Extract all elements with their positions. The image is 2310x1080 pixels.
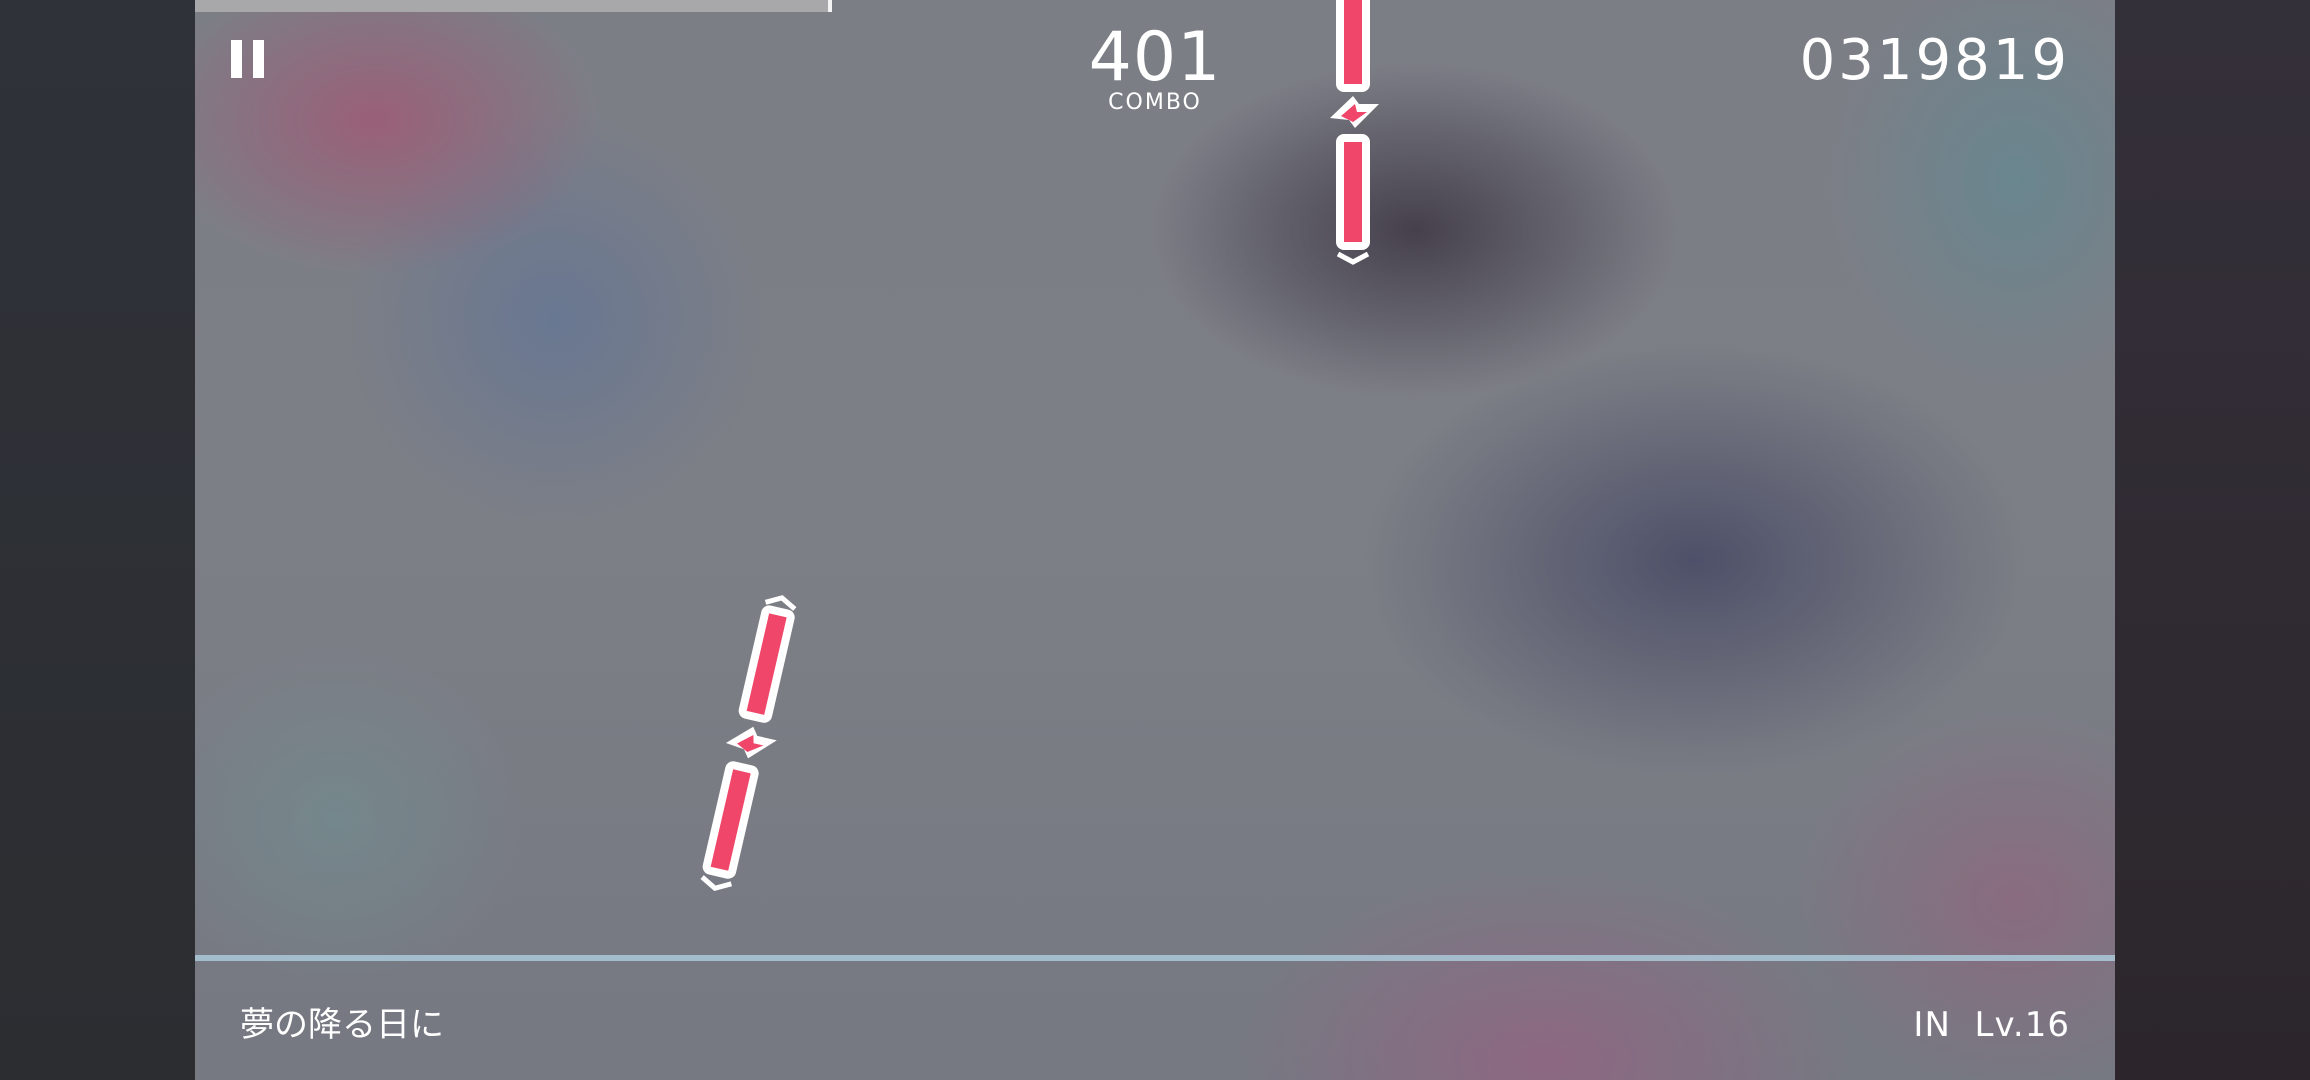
hold-note-left bbox=[700, 595, 797, 891]
pause-icon bbox=[231, 40, 242, 78]
pause-icon-bar bbox=[253, 40, 264, 78]
score-display: 0319819 bbox=[1799, 28, 2070, 93]
note-layer bbox=[700, 0, 1379, 891]
game-screen[interactable]: 401 COMBO 0319819 夢の降る日に IN Lv.16 bbox=[0, 0, 2310, 1080]
pause-button[interactable] bbox=[231, 40, 271, 80]
right-letterbox bbox=[2115, 0, 2310, 1080]
playfield[interactable]: 401 COMBO 0319819 夢の降る日に IN Lv.16 bbox=[195, 0, 2115, 1080]
difficulty-level: IN Lv.16 bbox=[1913, 1005, 2070, 1045]
song-title: 夢の降る日に bbox=[240, 1005, 444, 1045]
judge-line bbox=[195, 955, 2115, 961]
left-letterbox bbox=[0, 0, 195, 1080]
lightning-icon bbox=[725, 726, 777, 759]
combo-label: COMBO bbox=[1108, 90, 1202, 115]
combo-counter: 401 bbox=[1088, 18, 1222, 97]
